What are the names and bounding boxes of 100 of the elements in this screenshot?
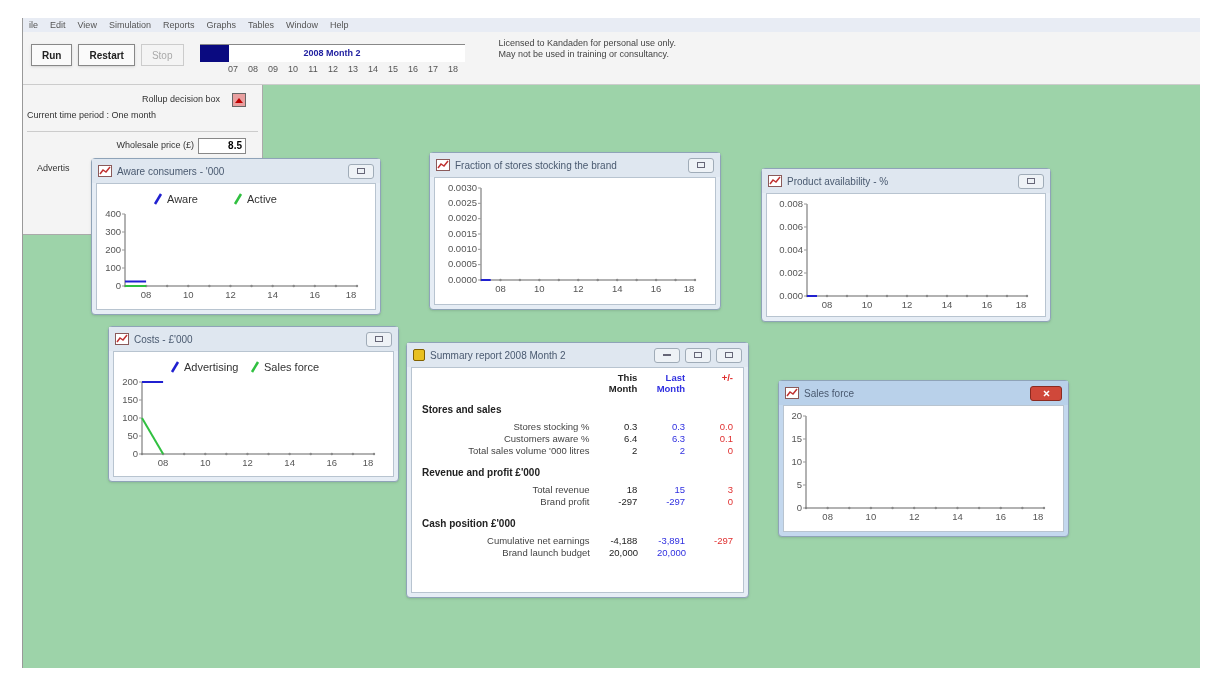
x-tick-label: 12 <box>225 289 236 300</box>
x-tick-label: 10 <box>865 511 877 522</box>
close-icon <box>1042 389 1050 397</box>
y-tick-label: 300 <box>105 225 121 237</box>
price-field[interactable]: 8.5 <box>198 137 246 154</box>
column-header: +/- <box>720 372 733 385</box>
timeline-tick-label: 08 <box>247 63 259 76</box>
table-cell-text: 2 <box>631 445 638 457</box>
x-tick-label: 12 <box>908 511 920 522</box>
window-title: Fraction of stores stocking the brand <box>455 158 618 173</box>
window-title: Costs - £'000 <box>134 332 194 347</box>
menu-item[interactable]: View <box>77 20 97 30</box>
x-tick-label: 10 <box>534 283 545 294</box>
x-tick-label: 08 <box>157 457 169 468</box>
y-tick-label: 20 <box>791 409 802 421</box>
y-tick-label: 0.0000 <box>447 273 477 285</box>
y-tick-label: 0.0025 <box>447 196 477 208</box>
row-label: Brand profit <box>539 496 590 508</box>
timeline-tick-label: 09 <box>267 63 279 76</box>
up-arrow-icon <box>235 97 243 103</box>
timeline-tick-label: 07 <box>227 63 239 76</box>
timeline-tick-label: 14 <box>367 63 379 76</box>
menu-item[interactable]: Graphs <box>206 20 236 30</box>
x-tick-label: 18 <box>362 457 374 468</box>
timeline-tick-label: 12 <box>327 63 339 76</box>
timeline-tick-label: 16 <box>407 63 419 76</box>
restore-button[interactable] <box>716 347 742 363</box>
close-button[interactable] <box>1030 385 1062 401</box>
report-icon <box>413 349 425 361</box>
field-label: Wholesale price (£) <box>116 138 194 152</box>
timeline-tick-label: 18 <box>447 63 459 76</box>
y-tick-label: 0.0005 <box>447 258 477 270</box>
restore-icon <box>357 168 365 174</box>
table-cell-text: 6.3 <box>670 433 686 445</box>
section-heading: Stores and sales <box>422 403 503 417</box>
y-tick-label: 0.002 <box>779 266 803 278</box>
window-title: Product availability - % <box>787 174 890 189</box>
y-tick-label: 0.0030 <box>447 181 477 193</box>
y-tick-label: 150 <box>122 393 138 405</box>
table-cell-text: 0.1 <box>718 433 733 445</box>
x-tick-label: 10 <box>861 299 873 310</box>
menu-item[interactable]: Tables <box>247 20 274 30</box>
timeline-tick-label: 13 <box>347 63 359 76</box>
menu-item[interactable]: Edit <box>50 20 66 30</box>
table-cell-text: 15 <box>673 484 686 496</box>
toolbar-button[interactable]: Run <box>31 44 73 66</box>
legend-label: Sales force <box>264 361 320 373</box>
row-label: Stores stocking % <box>512 421 590 433</box>
table-cell-text: -297 <box>665 496 686 508</box>
legend-label: Active <box>247 193 277 205</box>
x-tick-label: 16 <box>995 511 1006 522</box>
column-header: This Month <box>607 372 638 394</box>
x-tick-label: 18 <box>1015 299 1027 310</box>
x-tick-label: 16 <box>326 457 338 468</box>
rollup-button[interactable] <box>232 93 246 107</box>
table-cell-text: 20,000 <box>655 547 686 559</box>
x-tick-label: 10 <box>183 289 194 300</box>
x-tick-label: 18 <box>683 283 695 294</box>
x-tick-label: 10 <box>200 457 211 468</box>
maximize-button[interactable] <box>685 347 711 363</box>
restore-button[interactable] <box>348 163 374 179</box>
table-cell-text: 0 <box>726 496 733 508</box>
y-tick-label: 15 <box>791 432 802 444</box>
y-tick-label: 0.0010 <box>447 242 477 254</box>
table-cell-text: 6.4 <box>623 433 638 445</box>
x-tick-label: 08 <box>140 289 152 300</box>
row-label: Total sales volume '000 litres <box>467 445 590 457</box>
x-tick-label: 14 <box>941 299 953 310</box>
restore-button[interactable] <box>1018 173 1044 189</box>
menu-item[interactable]: ile <box>29 20 38 30</box>
toolbar-button[interactable]: Restart <box>78 44 135 66</box>
row-label: Customers aware % <box>502 433 590 445</box>
x-tick-label: 16 <box>309 289 321 300</box>
x-tick-label: 16 <box>650 283 662 294</box>
timeline-tick-label: 17 <box>427 63 439 76</box>
menu-item[interactable]: Simulation <box>108 20 151 30</box>
x-tick-label: 12 <box>901 299 913 310</box>
restore-icon <box>725 352 733 358</box>
table-cell-text: 0.3 <box>670 421 686 433</box>
y-tick-label: 0 <box>115 279 121 291</box>
menu-item[interactable]: Reports <box>162 20 195 30</box>
window-title: Sales force <box>804 386 856 401</box>
restore-icon <box>375 336 383 342</box>
chart-icon <box>785 387 799 399</box>
table-cell-text: -3,891 <box>657 535 686 547</box>
table-cell-text: 0.3 <box>623 421 638 433</box>
menu-item[interactable]: Help <box>330 20 349 30</box>
table-cell-text: 20,000 <box>607 547 638 559</box>
menu-item[interactable]: Window <box>285 20 318 30</box>
y-tick-label: 5 <box>796 478 802 490</box>
y-tick-label: 0.000 <box>779 289 803 301</box>
minimize-button[interactable] <box>654 347 680 363</box>
x-tick-label: 16 <box>981 299 993 310</box>
restore-button[interactable] <box>366 331 392 347</box>
x-tick-label: 14 <box>267 289 278 300</box>
restore-button[interactable] <box>688 157 714 173</box>
x-tick-label: 08 <box>821 299 833 310</box>
table-cell-text: 0.0 <box>718 421 733 433</box>
y-tick-label: 0.0015 <box>447 227 477 239</box>
x-tick-label: 14 <box>952 511 963 522</box>
